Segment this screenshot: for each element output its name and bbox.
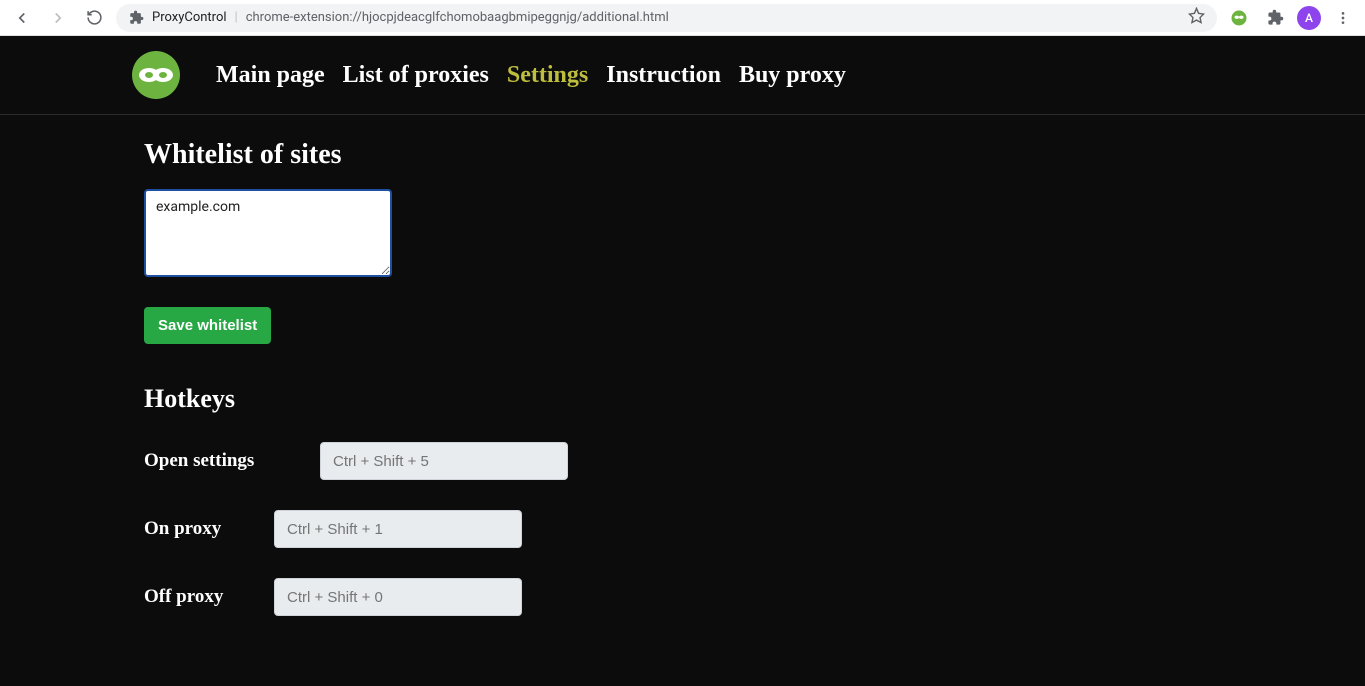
save-whitelist-button[interactable]: Save whitelist xyxy=(144,307,271,344)
extension-icon xyxy=(128,10,144,26)
hotkey-input-on-proxy[interactable] xyxy=(274,510,522,548)
extension-name: ProxyControl xyxy=(152,10,227,25)
hotkey-input-open-settings[interactable] xyxy=(320,442,568,480)
reload-button[interactable] xyxy=(80,4,108,32)
menu-button[interactable] xyxy=(1329,4,1357,32)
hotkey-label: Open settings xyxy=(144,450,320,472)
hotkey-row-off-proxy: Off proxy xyxy=(144,578,1365,616)
app-header: Main page List of proxies Settings Instr… xyxy=(0,36,1365,114)
settings-content: Whitelist of sites Save whitelist Hotkey… xyxy=(0,114,1365,686)
profile-avatar[interactable]: A xyxy=(1297,6,1321,30)
extensions-button[interactable] xyxy=(1261,4,1289,32)
bookmark-star-icon[interactable] xyxy=(1188,7,1205,28)
back-button[interactable] xyxy=(8,4,36,32)
hotkeys-title: Hotkeys xyxy=(144,384,1365,414)
nav-settings[interactable]: Settings xyxy=(507,62,588,89)
hotkey-label: Off proxy xyxy=(144,586,274,608)
whitelist-title: Whitelist of sites xyxy=(144,139,1365,171)
nav-buy-proxy[interactable]: Buy proxy xyxy=(739,62,846,89)
nav-instruction[interactable]: Instruction xyxy=(606,62,721,89)
hotkey-label: On proxy xyxy=(144,518,274,540)
separator: | xyxy=(235,10,238,25)
proxycontrol-ext-icon[interactable] xyxy=(1225,4,1253,32)
app-logo[interactable] xyxy=(132,51,180,99)
address-bar[interactable]: ProxyControl | chrome-extension://hjocpj… xyxy=(116,4,1217,32)
nav-list-of-proxies[interactable]: List of proxies xyxy=(343,62,489,89)
browser-toolbar: ProxyControl | chrome-extension://hjocpj… xyxy=(0,0,1365,36)
hotkey-row-on-proxy: On proxy xyxy=(144,510,1365,548)
url-text: chrome-extension://hjocpjdeacglfchomobaa… xyxy=(246,10,669,25)
whitelist-textarea[interactable] xyxy=(144,189,392,277)
nav-main-page[interactable]: Main page xyxy=(216,62,325,89)
hotkey-input-off-proxy[interactable] xyxy=(274,578,522,616)
hotkey-row-open-settings: Open settings xyxy=(144,442,1365,480)
forward-button[interactable] xyxy=(44,4,72,32)
